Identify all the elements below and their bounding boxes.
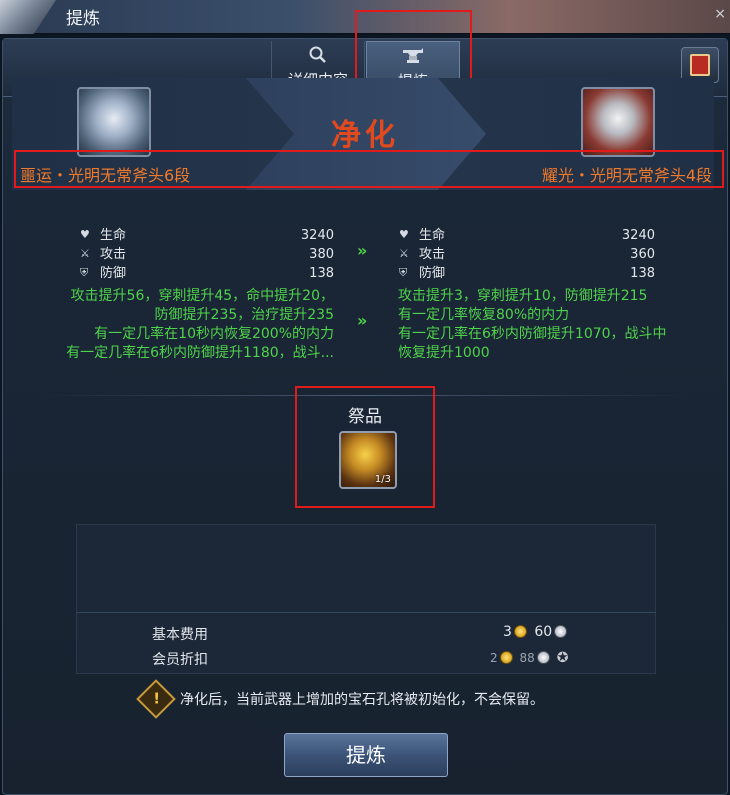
swords-icon: ⚔ — [399, 247, 409, 260]
member-star-icon: ✪ — [556, 650, 569, 666]
base-cost-value: 3 60 — [503, 624, 570, 640]
stat-value: 3240 — [621, 228, 655, 243]
member-silver-amount: 88 — [519, 651, 535, 665]
gold-coin-icon — [513, 625, 527, 638]
member-discount-label: 会员折扣 — [152, 652, 208, 668]
stat-row: ⛨ 防御 138 — [80, 264, 334, 283]
stat-row: ⚔ 攻击 380 — [80, 245, 334, 264]
stats-arrow-icon: » — [357, 241, 368, 260]
offering-count: 1/3 — [374, 474, 391, 485]
offering-slot[interactable]: 1/3 — [339, 431, 397, 489]
stat-name: 防御 — [100, 266, 127, 281]
base-cost-label: 基本费用 — [152, 627, 208, 643]
gold-coin-icon — [499, 651, 513, 664]
effect-line: 有一定几率在6秒内防御提升1180，战斗... — [66, 345, 334, 361]
shield-icon: ⛨ — [399, 266, 408, 279]
window-title: 提炼 — [66, 9, 100, 29]
refine-button[interactable]: 提炼 — [284, 733, 448, 777]
stat-row: ♥ 生命 3240 — [80, 226, 334, 245]
effect-line: 有一定几率恢复80%的内力 — [398, 307, 570, 323]
stat-value: 360 — [630, 247, 655, 262]
base-silver-amount: 60 — [534, 624, 553, 640]
weapon-logo-icon — [0, 0, 56, 34]
stat-name: 生命 — [419, 228, 446, 243]
source-item-name: 噩运・光明无常斧头6段 — [20, 166, 191, 185]
warning-text: 净化后，当前武器上增加的宝石孔将被初始化，不会保留。 — [180, 692, 544, 708]
purify-title: 净化 — [331, 118, 399, 153]
close-icon[interactable]: × — [714, 6, 726, 22]
effects-arrow-icon: » — [357, 311, 368, 330]
offering-label: 祭品 — [348, 407, 382, 427]
source-stats: ♥ 生命 3240 ⚔ 攻击 380 ⛨ 防御 138 — [80, 226, 334, 283]
silver-coin-icon — [536, 651, 550, 664]
stat-value: 3240 — [300, 228, 334, 243]
heart-icon: ♥ — [80, 228, 90, 241]
anvil-icon — [367, 46, 459, 70]
effect-line: 有一定几率在10秒内恢复200%的内力 — [94, 326, 334, 342]
result-stats: ♥ 生命 3240 ⚔ 攻击 360 ⛨ 防御 138 — [399, 226, 655, 283]
base-gold-amount: 3 — [503, 624, 512, 640]
result-item-icon[interactable] — [581, 87, 655, 157]
stat-row: ⛨ 防御 138 — [399, 264, 655, 283]
result-item-name: 耀光・光明无常斧头4段 — [541, 166, 712, 185]
stat-row: ♥ 生命 3240 — [399, 226, 655, 245]
source-effects: 攻击提升56，穿刺提升45，命中提升20， 防御提升235，治疗提升235 有一… — [40, 287, 334, 363]
heart-icon: ♥ — [399, 228, 409, 241]
source-item-icon[interactable] — [77, 87, 151, 157]
stat-value: 380 — [309, 247, 334, 262]
effect-line: 恢复提升1000 — [398, 345, 490, 361]
stat-name: 攻击 — [419, 247, 446, 262]
stat-value: 138 — [630, 266, 655, 281]
stat-name: 生命 — [100, 228, 127, 243]
swords-icon: ⚔ — [80, 247, 90, 260]
stat-value: 138 — [309, 266, 334, 281]
member-cost-value: 2 88 ✪ — [490, 650, 568, 666]
cost-divider — [76, 612, 656, 613]
member-gold-amount: 2 — [490, 651, 498, 665]
effect-line: 防御提升235，治疗提升235 — [154, 307, 334, 323]
stat-name: 攻击 — [100, 247, 127, 262]
stat-row: ⚔ 攻击 360 — [399, 245, 655, 264]
book-icon — [690, 54, 710, 76]
search-icon — [272, 45, 364, 69]
silver-coin-icon — [554, 625, 568, 638]
effect-line: 攻击提升56，穿刺提升45，命中提升20， — [70, 288, 334, 304]
shield-icon: ⛨ — [80, 266, 89, 279]
effect-line: 攻击提升3，穿刺提升10，防御提升215 — [398, 288, 648, 304]
stat-name: 防御 — [419, 266, 446, 281]
title-bar: 提炼 × — [0, 0, 730, 34]
result-effects: 攻击提升3，穿刺提升10，防御提升215 有一定几率恢复80%的内力 有一定几率… — [398, 287, 708, 363]
effect-line: 有一定几率在6秒内防御提升1070，战斗中 — [398, 326, 667, 342]
